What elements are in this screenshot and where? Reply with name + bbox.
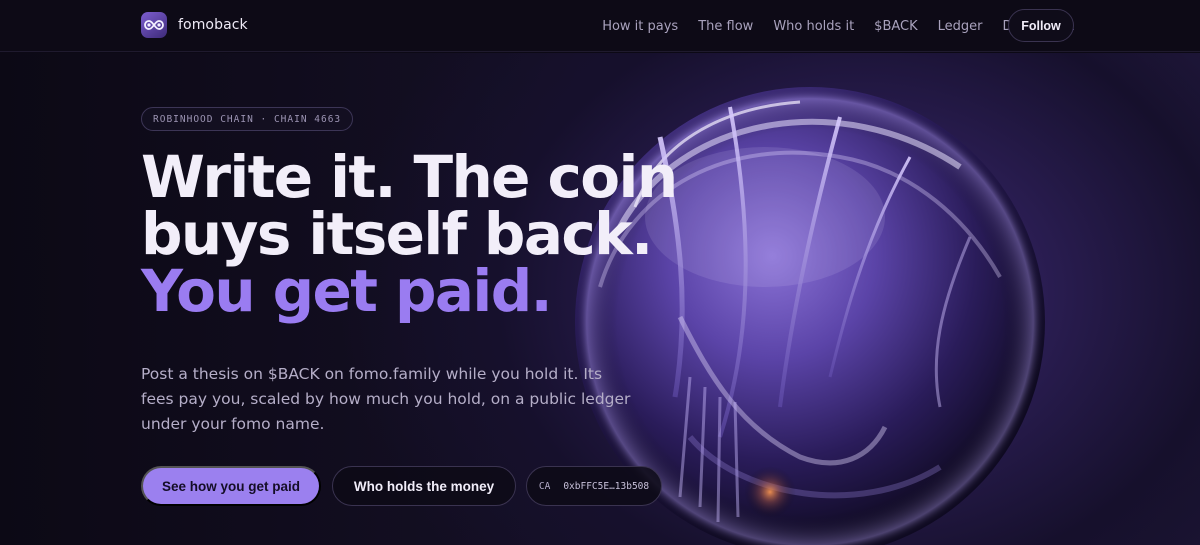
chain-badge: ROBINHOOD CHAIN · CHAIN 4663 xyxy=(141,107,354,131)
ca-chip-address: 0xbFFC5E…13b508 xyxy=(563,480,650,492)
nav-link-back-token[interactable]: $BACK xyxy=(874,19,917,34)
nav-link-ledger[interactable]: Ledger xyxy=(938,19,983,34)
follow-button[interactable]: Follow xyxy=(1008,9,1074,42)
who-holds-the-money-button[interactable]: Who holds the money xyxy=(332,466,516,506)
headline-line-2: buys itself back. xyxy=(141,200,653,268)
nav-links: How it pays The flow Who holds it $BACK … xyxy=(602,0,1074,52)
nav-link-the-flow[interactable]: The flow xyxy=(698,19,753,34)
hero-headline: Write it. The coin buys itself back. You… xyxy=(141,143,701,325)
top-nav: fomoback How it pays The flow Who holds … xyxy=(0,0,1200,52)
see-how-you-get-paid-button[interactable]: See how you get paid xyxy=(141,466,321,506)
brand-name: fomoback xyxy=(178,17,248,33)
contract-address-chip[interactable]: CA 0xbFFC5E…13b508 xyxy=(526,466,662,506)
nav-link-who-holds-it[interactable]: Who holds it xyxy=(773,19,854,34)
headline-accent: You get paid. xyxy=(141,257,553,325)
fomoback-logo-icon xyxy=(141,12,167,38)
headline-line-1: Write it. The coin xyxy=(141,143,678,211)
brand[interactable]: fomoback xyxy=(141,12,248,38)
hero-lede: Post a thesis on $BACK on fomo.family wh… xyxy=(141,365,631,433)
nav-link-how-it-pays[interactable]: How it pays xyxy=(602,19,678,34)
ca-chip-label: CA xyxy=(538,480,551,492)
hero: ROBINHOOD CHAIN · CHAIN 4663 Write it. T… xyxy=(0,53,1200,545)
